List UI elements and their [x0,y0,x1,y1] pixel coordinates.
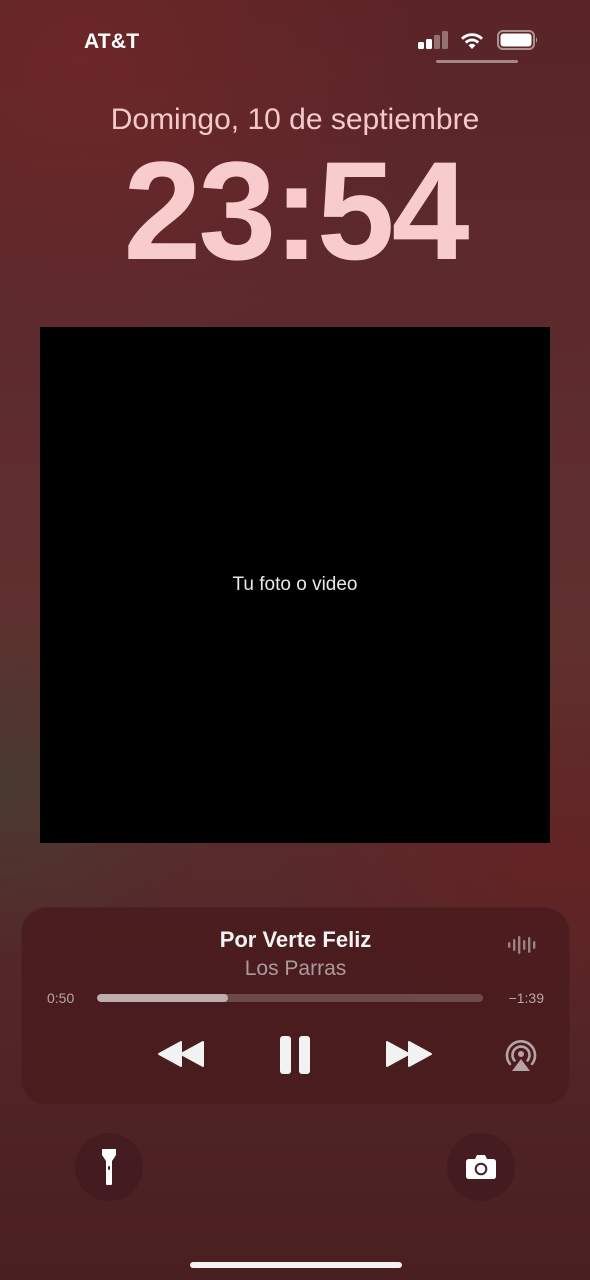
airplay-icon[interactable] [501,1035,541,1075]
cellular-signal-icon [418,31,450,49]
fast-forward-icon[interactable] [385,1040,433,1068]
now-playing-widget[interactable]: Por Verte Feliz Los Parras 0:50 −1:39 [21,907,570,1105]
photo-widget-label: Tu foto o video [232,574,358,595]
lock-screen-time[interactable]: 23:54 [0,136,590,286]
camera-icon [466,1155,496,1179]
flashlight-button[interactable] [75,1133,143,1201]
elapsed-time: 0:50 [47,990,75,1006]
photo-widget[interactable]: Tu foto o video [40,327,550,843]
battery-icon [497,30,538,50]
artist-name: Los Parras [244,957,347,980]
playback-scrubber[interactable] [97,994,483,1002]
battery-indicator-line [436,60,518,63]
camera-button[interactable] [447,1133,515,1201]
flashlight-icon [102,1149,116,1185]
carrier-name: AT&T [84,30,140,53]
playback-progress-fill [97,994,229,1002]
song-title: Por Verte Feliz [219,927,372,952]
waveform-icon [508,936,536,954]
wifi-icon [461,33,483,49]
pause-icon[interactable] [278,1035,312,1075]
rewind-icon[interactable] [157,1040,205,1068]
remaining-time: −1:39 [508,990,544,1006]
status-bar: AT&T [0,0,590,80]
home-indicator[interactable] [190,1262,402,1268]
